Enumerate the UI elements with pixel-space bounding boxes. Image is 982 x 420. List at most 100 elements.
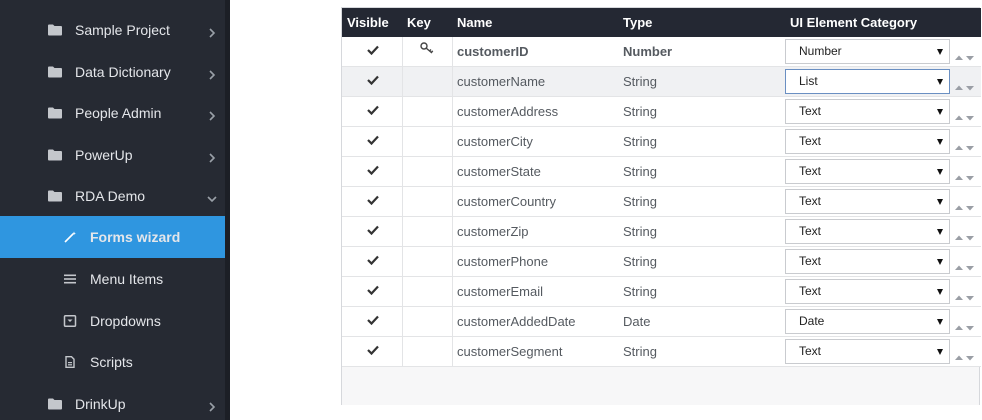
checkmark-icon[interactable] [366,193,380,206]
checkmark-icon[interactable] [366,313,380,326]
sidebar-item-label: Menu Items [90,271,164,287]
checkmark-icon[interactable] [366,253,380,266]
table-row[interactable]: customerName String List [342,67,981,97]
cell-type: Date [623,314,651,329]
select-value: Date [799,314,825,328]
dropdown-caret-icon [937,229,943,235]
select-value: Text [799,194,822,208]
reorder-arrows-icon[interactable] [954,199,976,211]
ui-category-select[interactable]: Text [785,189,950,214]
cell-divider [452,217,453,247]
sidebar-item-dropdowns[interactable]: Dropdowns [0,300,225,342]
folder-icon [48,24,62,36]
table-row[interactable]: customerAddedDate Date Date [342,307,981,337]
table-row[interactable]: customerAddress String Text [342,97,981,127]
ui-category-select[interactable]: Number [785,39,950,64]
select-value: Text [799,134,822,148]
checkmark-icon[interactable] [366,163,380,176]
ui-category-select[interactable]: Text [785,129,950,154]
sidebar-item-people-admin[interactable]: People Admin [0,92,225,134]
checkmark-icon[interactable] [366,133,380,146]
cell-divider [402,187,403,217]
sidebar-item-forms-wizard[interactable]: Forms wizard [0,216,225,258]
sidebar-item-menu-items[interactable]: Menu Items [0,258,225,300]
header-ui-element-category[interactable]: UI Element Category [790,8,917,37]
dropdown-box-icon [63,315,77,327]
checkmark-icon[interactable] [366,283,380,296]
select-value: Text [799,224,822,238]
ui-category-select[interactable]: Text [785,159,950,184]
reorder-arrows-icon[interactable] [954,79,976,91]
ui-category-select[interactable]: Date [785,309,950,334]
checkmark-icon[interactable] [366,73,380,86]
sidebar-item-data-dictionary[interactable]: Data Dictionary [0,51,225,93]
cell-name: customerState [457,164,541,179]
reorder-arrows-icon[interactable] [954,319,976,331]
ui-category-select[interactable]: Text [785,339,950,364]
cell-name: customerAddress [457,104,559,119]
ui-category-select[interactable]: List [785,69,950,94]
reorder-arrows-icon[interactable] [954,139,976,151]
checkmark-icon[interactable] [366,103,380,116]
table-row[interactable]: customerCountry String Text [342,187,981,217]
cell-type: String [623,344,657,359]
sidebar-item-label: PowerUp [75,147,133,163]
reorder-arrows-icon[interactable] [954,289,976,301]
table-row[interactable]: customerCity String Text [342,127,981,157]
table-row[interactable]: customerState String Text [342,157,981,187]
table-row[interactable]: customerPhone String Text [342,247,981,277]
key-icon [420,42,435,55]
sidebar-item-rda-demo[interactable]: RDA Demo [0,175,225,217]
chevron-right-icon [207,67,217,80]
sidebar-item-label: RDA Demo [75,188,146,204]
reorder-arrows-icon[interactable] [954,349,976,361]
fields-grid: Visible Key Name Type UI Element Categor… [341,7,981,405]
ui-category-select[interactable]: Text [785,219,950,244]
sidebar-item-powerup[interactable]: PowerUp [0,134,225,176]
header-name[interactable]: Name [457,8,492,37]
cell-name: customerZip [457,224,529,239]
dropdown-caret-icon [937,79,943,85]
select-value: Text [799,164,822,178]
cell-divider [402,247,403,277]
sidebar-item-label: Forms wizard [90,229,181,245]
reorder-arrows-icon[interactable] [954,259,976,271]
header-type[interactable]: Type [623,8,652,37]
sidebar-item-scripts[interactable]: Scripts [0,341,225,383]
cell-type: String [623,194,657,209]
checkmark-icon[interactable] [366,223,380,236]
ui-category-select[interactable]: Text [785,249,950,274]
sidebar-item-label: Dropdowns [90,313,161,329]
header-key[interactable]: Key [407,8,431,37]
cell-type: String [623,284,657,299]
checkmark-icon[interactable] [366,43,380,56]
ui-category-select[interactable]: Text [785,99,950,124]
reorder-arrows-icon[interactable] [954,49,976,61]
chevron-right-icon [207,25,217,38]
sidebar-edge [225,0,230,420]
table-row[interactable]: customerID Number Number [342,37,981,67]
cell-type: String [623,134,657,149]
sidebar-item-sample-project[interactable]: Sample Project [0,9,225,51]
reorder-arrows-icon[interactable] [954,169,976,181]
folder-icon [48,149,62,161]
cell-type: String [623,254,657,269]
reorder-arrows-icon[interactable] [954,229,976,241]
sidebar-item-label: Data Dictionary [75,64,171,80]
sidebar-item-label: Scripts [90,354,133,370]
table-row[interactable]: customerEmail String Text [342,277,981,307]
cell-name: customerSegment [457,344,563,359]
cell-type: String [623,164,657,179]
sidebar-item-label: DrinkUp [75,396,126,412]
reorder-arrows-icon[interactable] [954,109,976,121]
cell-name: customerCity [457,134,533,149]
header-visible[interactable]: Visible [347,8,389,37]
ui-category-select[interactable]: Text [785,279,950,304]
folder-icon [48,107,62,119]
checkmark-icon[interactable] [366,343,380,356]
table-row[interactable]: customerSegment String Text [342,337,981,367]
wand-icon [63,231,77,243]
cell-name: customerID [457,44,529,59]
sidebar-item-drinkup[interactable]: DrinkUp [0,383,225,420]
table-row[interactable]: customerZip String Text [342,217,981,247]
